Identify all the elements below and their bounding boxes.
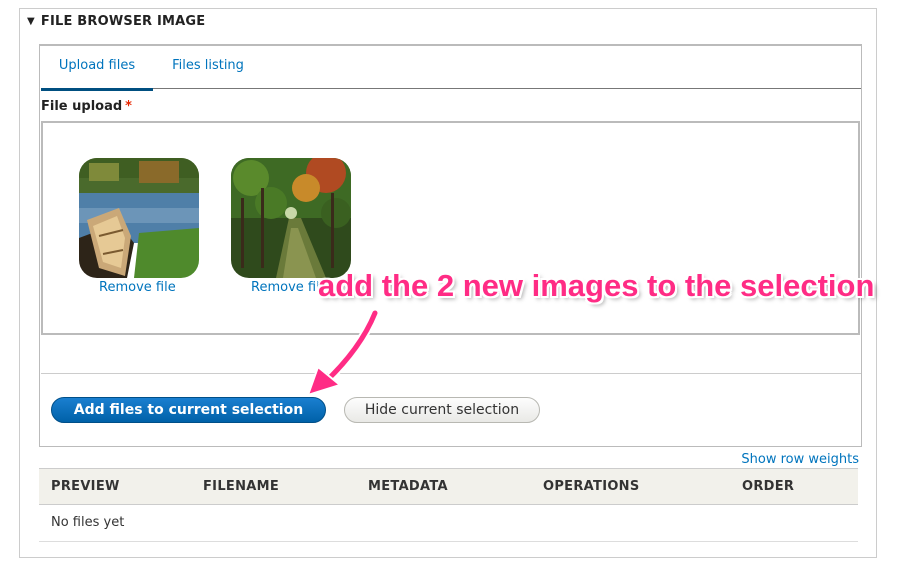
collapse-triangle-icon[interactable]: ▼ xyxy=(27,16,35,27)
column-header-preview: PREVIEW xyxy=(51,479,120,494)
tab-files-listing[interactable]: Files listing xyxy=(161,46,255,88)
tab-bar: Upload files Files listing xyxy=(41,46,861,91)
annotation-arrow-icon xyxy=(306,308,380,397)
fieldset-title: FILE BROWSER IMAGE xyxy=(40,14,206,29)
divider xyxy=(41,373,861,374)
file-upload-label: File upload * xyxy=(41,99,132,114)
hide-current-selection-button[interactable]: Hide current selection xyxy=(344,397,540,423)
file-upload-label-text: File upload xyxy=(41,99,123,114)
uploaded-image-thumbnail xyxy=(231,158,351,278)
annotation-callout: add the 2 new images to the selection xyxy=(318,268,875,303)
column-header-metadata: METADATA xyxy=(368,479,448,494)
remove-file-link[interactable]: Remove file xyxy=(99,280,176,295)
column-header-operations: OPERATIONS xyxy=(543,479,640,494)
add-files-to-selection-button[interactable]: Add files to current selection xyxy=(51,397,326,423)
selection-table-header: PREVIEW FILENAME METADATA OPERATIONS ORD… xyxy=(39,468,858,505)
uploaded-image-thumbnail xyxy=(79,158,199,278)
fieldset-legend[interactable]: ▼ FILE BROWSER IMAGE xyxy=(27,14,205,29)
show-row-weights-link[interactable]: Show row weights xyxy=(741,452,859,467)
remove-file-link[interactable]: Remove file xyxy=(251,280,328,295)
column-header-order: ORDER xyxy=(742,479,795,494)
column-header-filename: FILENAME xyxy=(203,479,280,494)
tab-upload-files[interactable]: Upload files xyxy=(41,46,153,91)
table-row: No files yet xyxy=(39,505,858,542)
empty-table-message: No files yet xyxy=(51,515,125,530)
required-marker: * xyxy=(125,99,132,114)
